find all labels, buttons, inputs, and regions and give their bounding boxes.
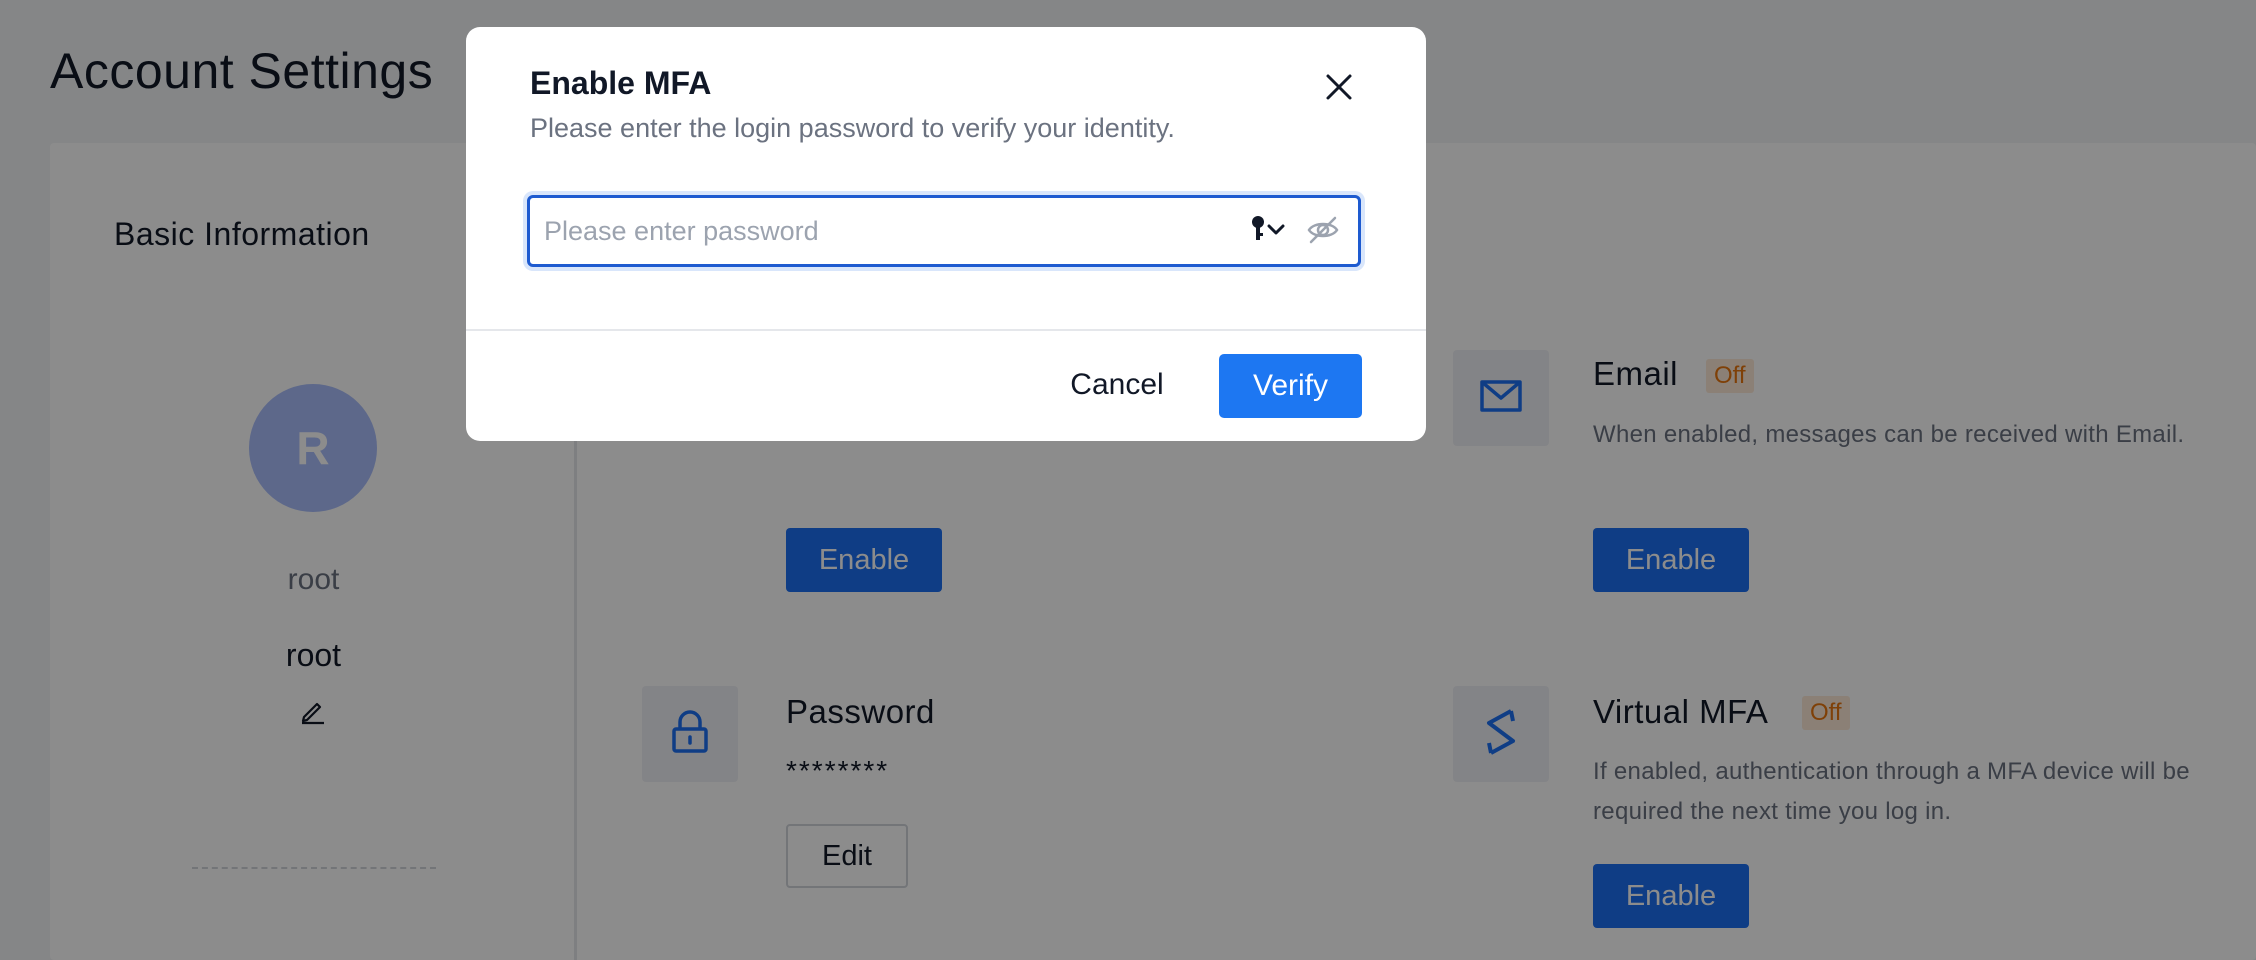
dialog-title: Enable MFA bbox=[530, 65, 712, 101]
cancel-button[interactable]: Cancel bbox=[1052, 354, 1182, 416]
password-input[interactable] bbox=[544, 198, 1224, 264]
eye-off-icon[interactable] bbox=[1306, 215, 1342, 247]
enable-mfa-dialog: Enable MFA Please enter the login passwo… bbox=[466, 27, 1426, 441]
password-field bbox=[527, 195, 1361, 267]
dialog-divider bbox=[466, 329, 1426, 331]
chevron-down-icon bbox=[1266, 222, 1286, 241]
dialog-subtitle: Please enter the login password to verif… bbox=[530, 113, 1175, 143]
password-manager-dropdown[interactable] bbox=[1250, 214, 1294, 248]
key-icon bbox=[1250, 215, 1266, 248]
close-icon[interactable] bbox=[1319, 67, 1359, 107]
verify-button[interactable]: Verify bbox=[1219, 354, 1362, 418]
